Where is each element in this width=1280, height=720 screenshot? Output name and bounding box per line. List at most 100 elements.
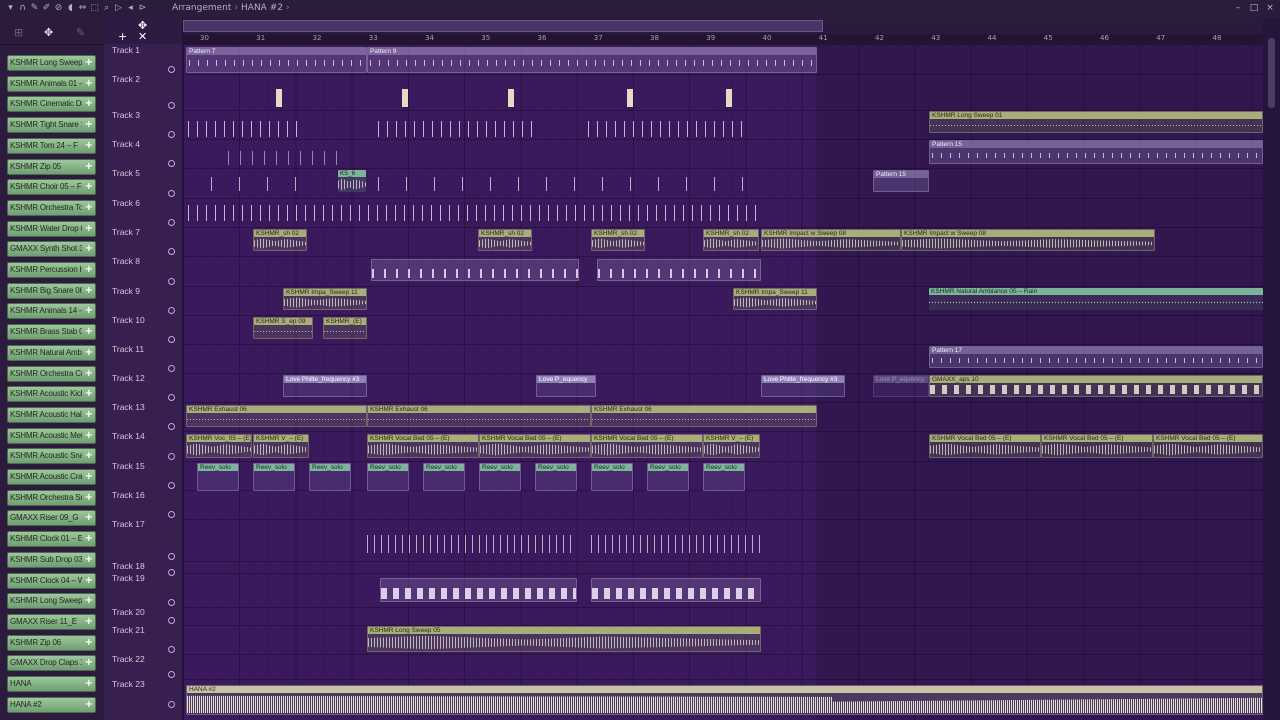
track-header[interactable]: Track 7 <box>104 227 182 256</box>
sidebar-move-icon[interactable]: ✥ <box>44 26 53 39</box>
automation-clip[interactable]: Love P_equency <box>536 375 596 397</box>
channel-button[interactable]: KSHMR Zip 05 + <box>7 158 96 175</box>
track-header[interactable]: Track 23 <box>104 679 182 709</box>
audio-clip[interactable]: KSHMR_sh 02 <box>478 229 532 251</box>
track-mute-led[interactable] <box>168 482 175 489</box>
track-mute-led[interactable] <box>168 646 175 653</box>
select-icon[interactable]: ⬚ <box>90 3 99 14</box>
track-header[interactable]: Track 19 <box>104 573 182 607</box>
track-lane[interactable] <box>183 490 1263 520</box>
audio-clip[interactable]: GMAXX_aps 10 <box>929 375 1263 397</box>
audio-clip[interactable]: KSHMR Long Sweep 05 <box>367 626 761 652</box>
track-mute-led[interactable] <box>168 190 175 197</box>
track-header[interactable]: Track 2 <box>104 74 182 110</box>
track-mute-led[interactable] <box>168 131 175 138</box>
audio-clip[interactable]: KSHMR Impact w Sweep 08 <box>901 229 1155 251</box>
track-mute-led[interactable] <box>168 671 175 678</box>
pattern-clip[interactable] <box>380 578 577 602</box>
channel-add-icon[interactable]: + <box>85 492 93 503</box>
slip-icon[interactable]: ⊳ <box>138 3 147 14</box>
track-mute-led[interactable] <box>168 553 175 560</box>
channel-add-icon[interactable]: + <box>85 202 93 213</box>
audio-clip[interactable]: KSHMR S_ep 09 <box>253 317 313 339</box>
pattern-clip[interactable]: Pattern 9 <box>367 47 817 73</box>
audio-clip[interactable]: KSHMR Vocal Bed 05 – (E) <box>1153 434 1263 458</box>
channel-button[interactable]: KSHMR Acoustic Hall + <box>7 406 96 423</box>
track-mute-led[interactable] <box>168 102 175 109</box>
track-header[interactable]: Track 13 <box>104 402 182 431</box>
magnet-icon[interactable]: ∩ <box>18 3 27 14</box>
audio-clip[interactable] <box>508 89 514 107</box>
track-mute-led[interactable] <box>168 307 175 314</box>
playlist-overview[interactable] <box>183 18 1263 34</box>
channel-button[interactable]: KSHMR Acoustic Meta + <box>7 427 96 444</box>
audio-clip[interactable]: KSHMR Impa_Sweep 11 <box>283 288 367 310</box>
channel-button[interactable]: KSHMR Clock 04 – W + <box>7 572 96 589</box>
audio-clip[interactable]: KSHMR Vocal Bed 05 – (E) <box>1041 434 1153 458</box>
track-mute-led[interactable] <box>168 701 175 708</box>
channel-add-icon[interactable]: + <box>85 119 93 130</box>
zoom-icon[interactable]: ⌕ <box>102 3 111 14</box>
pattern-clip[interactable]: Pattern 17 <box>929 346 1263 368</box>
audio-clip[interactable]: KSHMR_sh 02 <box>703 229 759 251</box>
track-header[interactable]: Track 3 <box>104 110 182 139</box>
channel-button[interactable]: GMAXX Synth Shot 30 + <box>7 241 96 258</box>
track-mute-led[interactable] <box>168 160 175 167</box>
automation-clip[interactable]: Reev_solo <box>703 463 745 491</box>
channel-button[interactable]: KSHMR Acoustic Kick + <box>7 386 96 403</box>
track-mute-led[interactable] <box>168 394 175 401</box>
channel-button[interactable]: GMAXX Riser 09_G + <box>7 510 96 527</box>
channel-button[interactable]: KSHMR Acoustic Snar + <box>7 448 96 465</box>
channel-add-icon[interactable]: + <box>85 243 93 254</box>
channel-add-icon[interactable]: + <box>85 430 93 441</box>
channel-button[interactable]: KSHMR Natural Ambi + <box>7 344 96 361</box>
track-header[interactable]: Track 20 <box>104 607 182 625</box>
audio-clip[interactable]: KSHMR Impact w Sweep 08 <box>761 229 901 251</box>
channel-add-icon[interactable]: + <box>85 533 93 544</box>
channel-button[interactable]: KSHMR Animals 14 – + <box>7 303 96 320</box>
channel-add-icon[interactable]: + <box>85 595 93 606</box>
track-mute-led[interactable] <box>168 336 175 343</box>
audio-clip[interactable]: KSHMR_(E) <box>323 317 367 339</box>
automation-clip[interactable]: Reev_solo <box>309 463 351 491</box>
channel-add-icon[interactable]: + <box>85 678 93 689</box>
audio-clip[interactable]: KSHMR Vocal Bed 05 – (E) <box>591 434 703 458</box>
track-header[interactable]: Track 22 <box>104 654 182 679</box>
track-lane[interactable] <box>183 607 1263 626</box>
channel-add-icon[interactable]: + <box>85 368 93 379</box>
maximize-button[interactable]: □ <box>1248 2 1260 14</box>
track-mute-led[interactable] <box>168 423 175 430</box>
track-mute-led[interactable] <box>168 453 175 460</box>
track-header[interactable]: Track 16 <box>104 490 182 519</box>
channel-button[interactable]: KSHMR Orchestra Sna + <box>7 489 96 506</box>
channel-button[interactable]: KSHMR Big Snare 06 + <box>7 282 96 299</box>
paint-icon[interactable]: ✐ <box>42 3 51 14</box>
channel-add-icon[interactable]: + <box>85 98 93 109</box>
automation-clip[interactable]: Reev_solo <box>423 463 465 491</box>
channel-button[interactable]: KSHMR Long Sweep 05+ <box>7 55 96 71</box>
track-mute-led[interactable] <box>168 617 175 624</box>
audio-clip[interactable]: KSHMR Exhaust 06 <box>367 405 591 427</box>
scrollbar-thumb[interactable] <box>1268 38 1275 108</box>
track-mute-led[interactable] <box>168 219 175 226</box>
sidebar-grid-icon[interactable]: ⊞ <box>14 26 23 39</box>
channel-add-icon[interactable]: + <box>85 305 93 316</box>
track-mute-led[interactable] <box>168 511 175 518</box>
channel-button[interactable]: KSHMR Water Drop 02 + <box>7 220 96 237</box>
breadcrumb-project[interactable]: HANA #2 <box>241 3 283 13</box>
channel-add-icon[interactable]: + <box>85 616 93 627</box>
automation-clip[interactable]: Reev_solo <box>647 463 689 491</box>
breadcrumb-section[interactable]: Arrangement <box>172 3 231 13</box>
automation-clip[interactable]: Reev_solo <box>591 463 633 491</box>
channel-button[interactable]: KSHMR Acoustic Cras + <box>7 469 96 485</box>
pattern-clip[interactable] <box>371 259 579 281</box>
channel-add-icon[interactable]: + <box>85 181 93 192</box>
automation-clip[interactable]: Love P_equency <box>873 375 929 397</box>
channel-add-icon[interactable]: + <box>85 347 93 358</box>
audio-clip[interactable] <box>726 89 732 107</box>
audio-clip[interactable]: K5_6 <box>338 170 366 192</box>
automation-clip[interactable]: Reev_solo <box>535 463 577 491</box>
slice-icon[interactable]: ⇔ <box>78 3 87 14</box>
speaker-icon[interactable]: ◂ <box>126 3 135 14</box>
channel-button[interactable]: HANA + <box>7 676 96 692</box>
